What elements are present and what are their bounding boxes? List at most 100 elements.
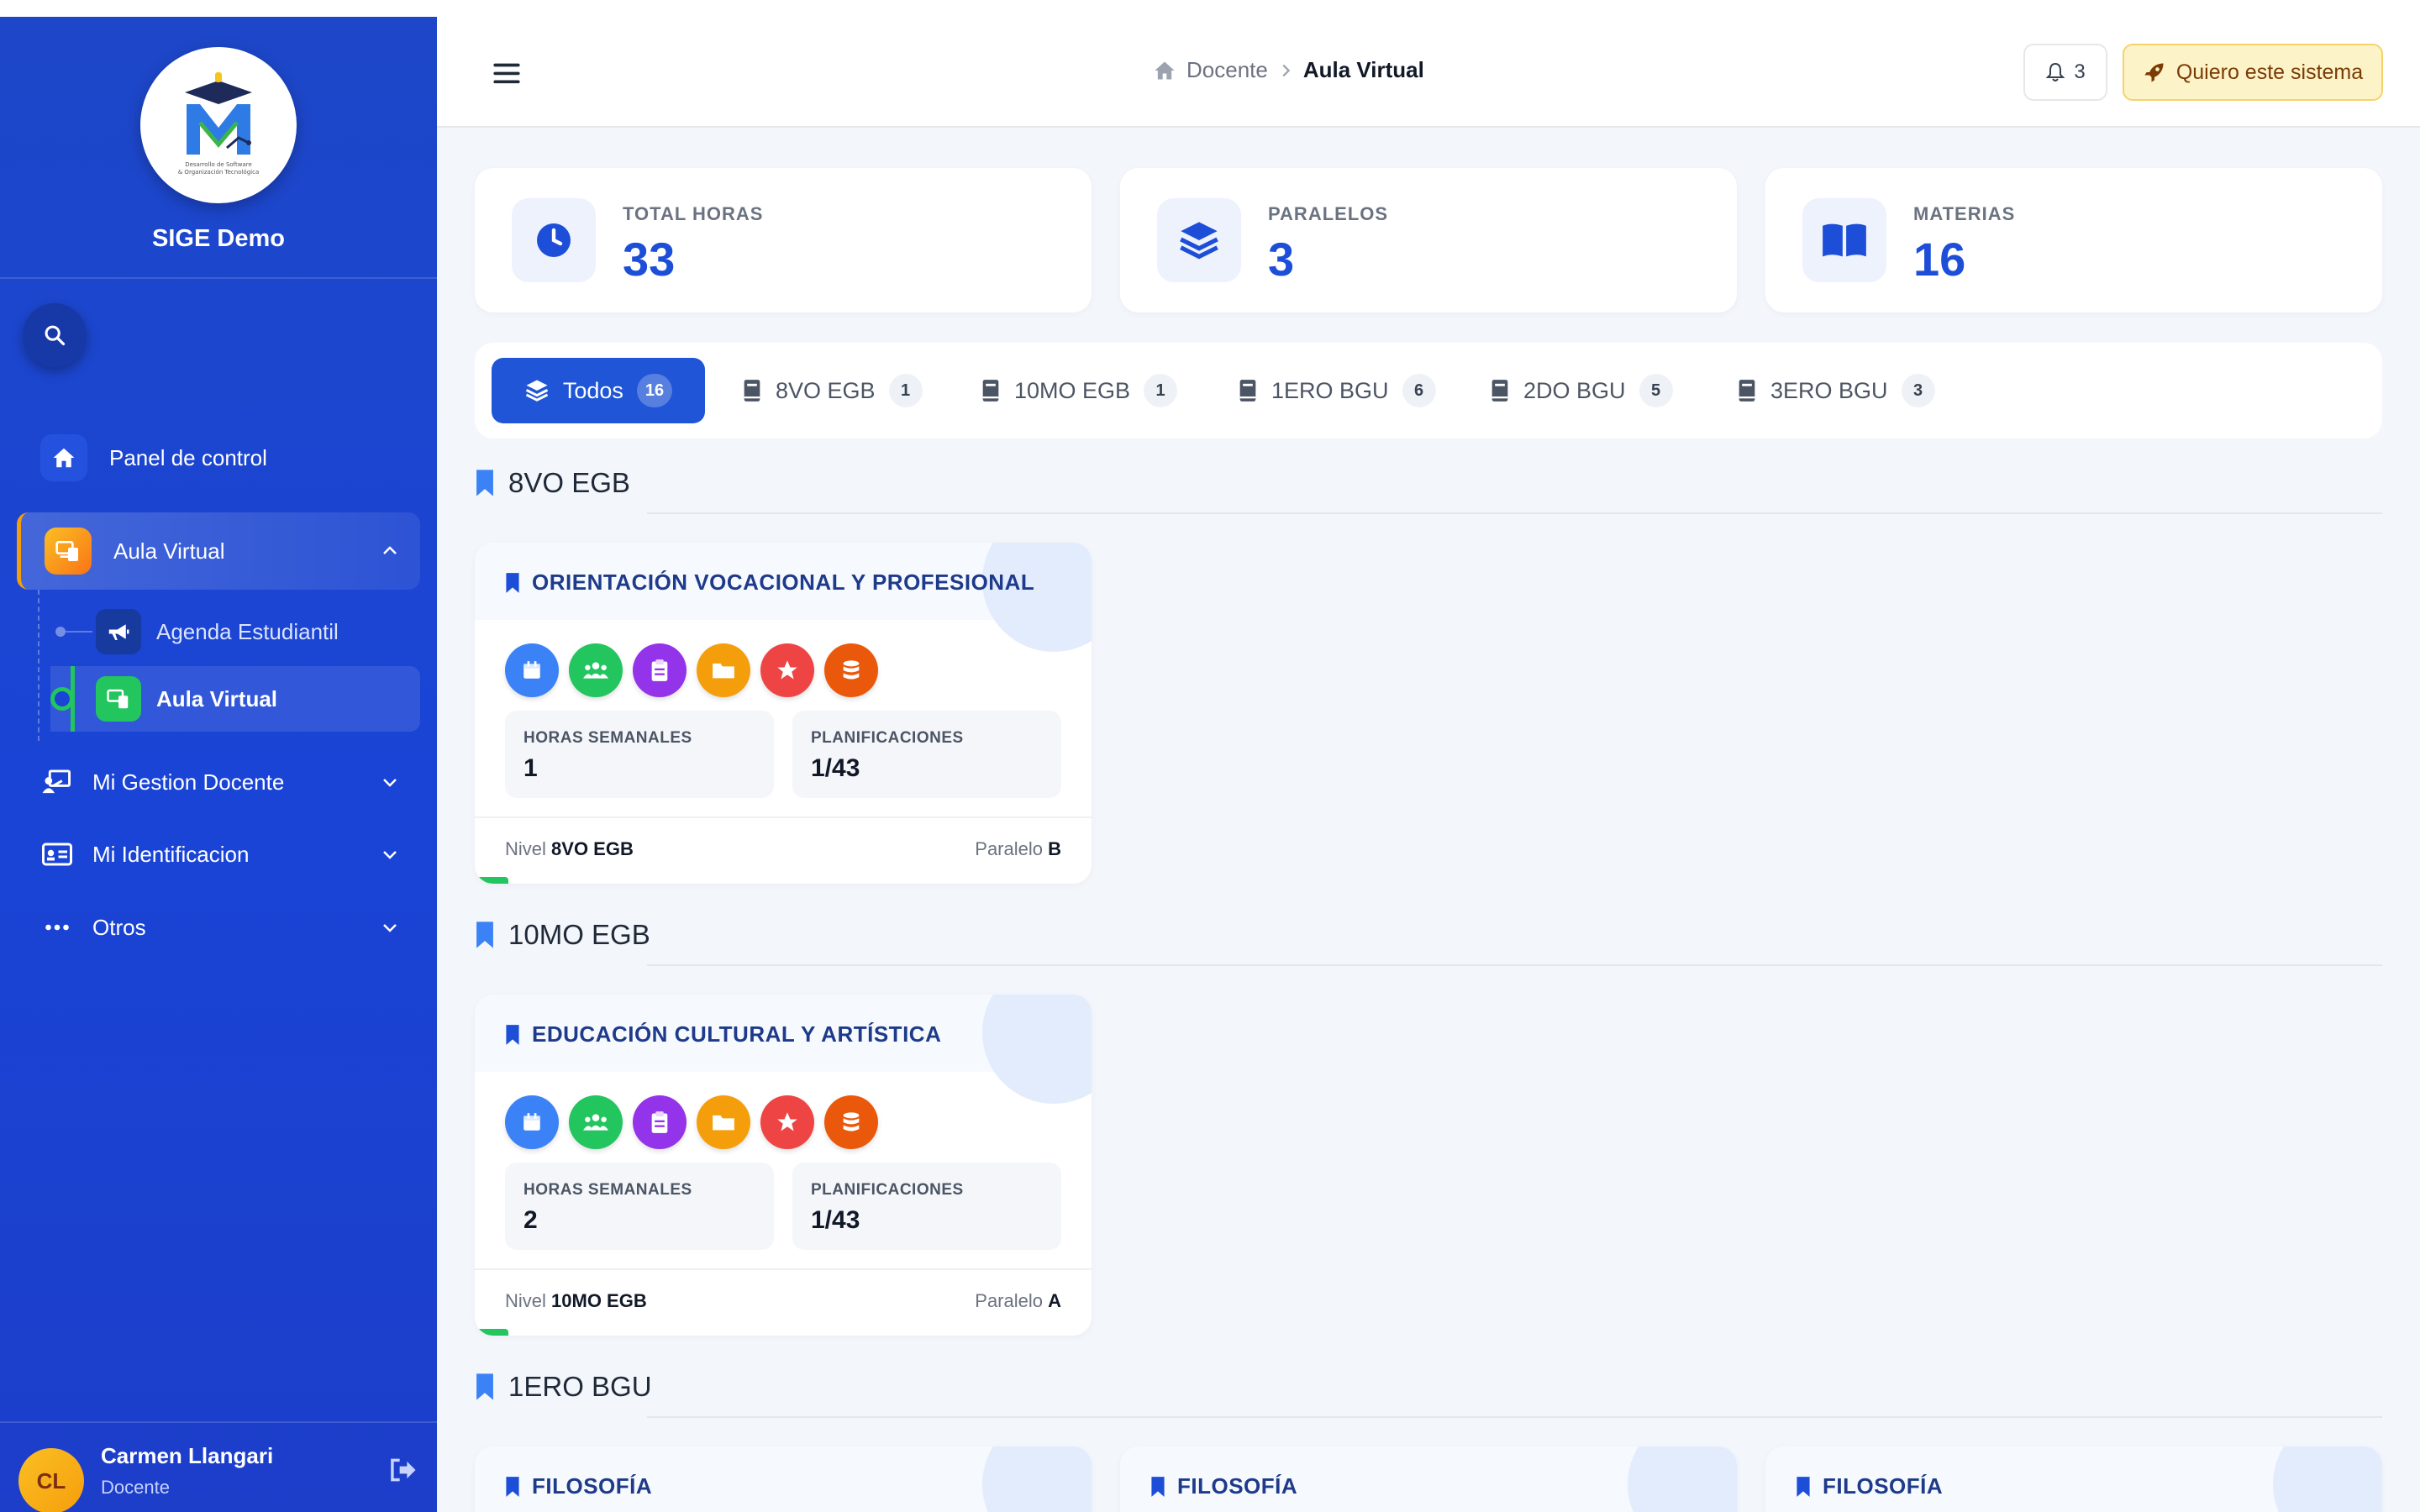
user-role: Docente [101, 1477, 170, 1498]
section-title: 1ERO BGU [475, 1371, 652, 1403]
sidebar-item-otros[interactable]: Otros [17, 894, 420, 961]
tab-count: 16 [636, 374, 673, 407]
tab-3ero-bgu[interactable]: 3ERO BGU 3 [1737, 358, 1935, 423]
card-actions [505, 1095, 878, 1149]
parallel-label: Paralelo [975, 838, 1043, 859]
avatar[interactable]: CL [18, 1448, 84, 1512]
metric-label: PLANIFICACIONES [811, 729, 964, 747]
sidebar-item-panel-de-control[interactable]: Panel de control [17, 418, 420, 497]
subject-card[interactable]: EDUCACIÓN CULTURAL Y ARTÍSTICA HORAS SEM… [475, 995, 1092, 1336]
card-footer: Nivel 8VO EGB Paralelo B [505, 838, 1061, 860]
subject-card[interactable]: ORIENTACIÓN VOCACIONAL Y PROFESIONAL HOR… [475, 543, 1092, 884]
sidebar-item-label: Mi Identificacion [92, 841, 250, 867]
bookmark-icon [476, 1373, 493, 1400]
sidebar-item-label: Mi Gestion Docente [92, 769, 285, 795]
plannings-box: PLANIFICACIONES 1/43 [792, 711, 1061, 798]
calendar-icon[interactable] [505, 1095, 559, 1149]
active-indicator-ring [50, 687, 74, 711]
chevron-down-icon [383, 924, 397, 932]
bookmark-icon [1797, 1476, 1810, 1497]
tab-label: 2DO BGU [1523, 377, 1626, 403]
sidebar-group-aula-virtual[interactable]: Aula Virtual [17, 512, 420, 590]
section-title: 8VO EGB [475, 467, 630, 499]
stat-card-materias: MATERIAS 16 [1765, 168, 2382, 312]
tab-10mo-egb[interactable]: 10MO EGB 1 [981, 358, 1178, 423]
level-label: Nivel [505, 838, 546, 859]
card-title: FILOSOFÍA [505, 1473, 652, 1499]
logout-icon[interactable] [388, 1457, 418, 1483]
users-icon[interactable] [569, 1095, 623, 1149]
sidebar-item-mi-identificacion[interactable]: Mi Identificacion [17, 821, 420, 888]
cta-button[interactable]: Quiero este sistema [2123, 44, 2383, 101]
book-icon [982, 380, 999, 402]
tab-count: 6 [1402, 374, 1436, 407]
home-icon [1155, 61, 1175, 79]
home-icon [40, 434, 87, 481]
user-name: Carmen Llangari [101, 1443, 274, 1468]
sidebar-item-mi-gestion-docente[interactable]: Mi Gestion Docente [17, 748, 420, 816]
sidebar-item-label: Otros [92, 914, 146, 940]
card-divider [475, 1268, 1092, 1270]
bookmark-icon [476, 921, 493, 948]
chevron-up-icon [383, 546, 397, 554]
sidebar-subitem-agenda-estudiantil[interactable]: Agenda Estudiantil [50, 599, 420, 664]
metric-value: 1/43 [811, 754, 860, 782]
subject-card[interactable]: FILOSOFÍA [475, 1446, 1092, 1512]
bookmark-icon [506, 1476, 519, 1497]
stat-card-paralelos: PARALELOS 3 [1120, 168, 1737, 312]
clipboard-icon[interactable] [633, 1095, 687, 1149]
id-card-icon [42, 843, 72, 866]
metric-value: 2 [523, 1206, 538, 1234]
brand-logo[interactable]: Desarrollo de Software & Organización Te… [140, 47, 297, 203]
calendar-icon[interactable] [505, 643, 559, 697]
star-icon[interactable] [760, 1095, 814, 1149]
sidebar-item-label: Panel de control [109, 444, 267, 470]
subject-card[interactable]: FILOSOFÍA [1765, 1446, 2382, 1512]
parallel-value: B [1048, 838, 1061, 859]
tab-2do-bgu[interactable]: 2DO BGU 5 [1490, 358, 1673, 423]
folder-icon[interactable] [697, 1095, 750, 1149]
tab-count: 3 [1901, 374, 1935, 407]
devices-icon [45, 528, 92, 575]
progress-accent [475, 1329, 508, 1336]
sidebar-subitem-aula-virtual[interactable]: Aula Virtual [50, 666, 420, 732]
card-level: Nivel 10MO EGB [505, 1290, 647, 1312]
sidebar-search-button[interactable] [23, 303, 87, 367]
megaphone-icon [96, 609, 141, 654]
database-icon[interactable] [824, 643, 878, 697]
folder-icon[interactable] [697, 643, 750, 697]
card-decoration [982, 995, 1092, 1104]
card-title: FILOSOFÍA [1796, 1473, 1943, 1499]
plannings-box: PLANIFICACIONES 1/43 [792, 1163, 1061, 1250]
breadcrumb-docente[interactable]: Docente [1186, 57, 1268, 83]
subject-card[interactable]: FILOSOFÍA [1120, 1446, 1737, 1512]
stat-value: 3 [1268, 233, 1295, 286]
tab-1ero-bgu[interactable]: 1ERO BGU 6 [1238, 358, 1436, 423]
tab-label: 3ERO BGU [1770, 377, 1888, 403]
tab-8vo-egb[interactable]: 8VO EGB 1 [742, 358, 923, 423]
teacher-board-icon [42, 769, 71, 794]
clipboard-icon[interactable] [633, 643, 687, 697]
card-title: ORIENTACIÓN VOCACIONAL Y PROFESIONAL [505, 570, 1034, 596]
progress-accent [475, 877, 508, 884]
bookmark-icon [506, 1024, 519, 1045]
notifications-button[interactable]: 3 [2023, 44, 2107, 101]
section-divider [647, 1416, 2382, 1418]
card-title: EDUCACIÓN CULTURAL Y ARTÍSTICA [505, 1021, 941, 1047]
rocket-icon [2144, 63, 2164, 82]
star-icon[interactable] [760, 643, 814, 697]
tab-todos[interactable]: Todos 16 [492, 358, 705, 423]
stat-label: TOTAL HORAS [623, 203, 764, 224]
menu-icon[interactable] [492, 60, 521, 86]
metric-label: PLANIFICACIONES [811, 1181, 964, 1199]
users-icon[interactable] [569, 643, 623, 697]
card-title-label: EDUCACIÓN CULTURAL Y ARTÍSTICA [532, 1021, 942, 1047]
section-divider [647, 512, 2382, 514]
brand-name: SIGE Demo [152, 225, 285, 252]
parallel-label: Paralelo [975, 1290, 1043, 1311]
book-icon [1739, 380, 1755, 402]
cta-label: Quiero este sistema [2175, 60, 2364, 84]
section-title-label: 1ERO BGU [508, 1371, 652, 1402]
card-decoration [1628, 1446, 1737, 1512]
database-icon[interactable] [824, 1095, 878, 1149]
